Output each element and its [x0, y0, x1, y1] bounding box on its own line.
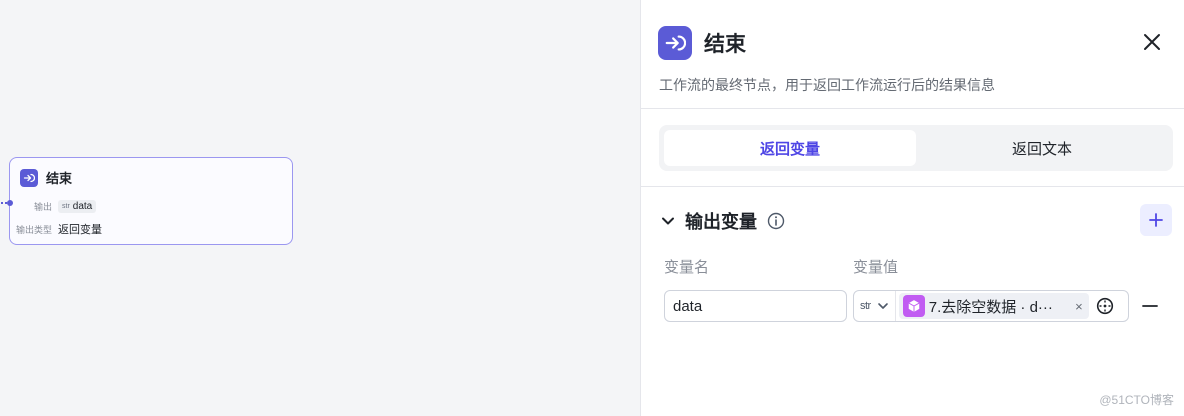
remove-variable-button[interactable] — [1139, 296, 1161, 316]
node-output-kind-label: 输出类型 — [15, 224, 52, 235]
clear-reference-icon[interactable]: × — [1073, 299, 1085, 314]
tab-return-variable[interactable]: 返回变量 — [664, 130, 916, 166]
tab-return-text[interactable]: 返回文本 — [916, 130, 1168, 166]
close-icon[interactable] — [1142, 32, 1162, 52]
minus-icon — [1142, 305, 1158, 307]
end-node-icon — [658, 26, 692, 60]
workflow-canvas[interactable]: 结束 输出 str data 输出类型 返回变量 — [0, 0, 640, 416]
chevron-down-icon[interactable] — [661, 214, 675, 228]
node-config-panel: 结束 工作流的最终节点，用于返回工作流运行后的结果信息 返回变量 返回文本 输出… — [640, 0, 1184, 416]
add-variable-button[interactable] — [1140, 204, 1172, 236]
variable-picker-icon[interactable] — [1093, 294, 1117, 318]
node-connector-line — [0, 202, 7, 204]
node-output-label: 输出 — [33, 202, 52, 212]
column-header-name: 变量名 — [664, 259, 710, 276]
end-node-icon — [20, 168, 38, 187]
panel-description: 工作流的最终节点，用于返回工作流运行后的结果信息 — [659, 77, 995, 93]
return-mode-tabs: 返回变量 返回文本 — [659, 125, 1173, 171]
type-badge: str — [62, 203, 70, 210]
node-output-chip: str data — [58, 200, 97, 213]
variable-type-select[interactable]: str — [854, 291, 896, 321]
type-badge: str — [860, 300, 871, 312]
variable-reference-chip[interactable]: 7.去除空数据 · d··· × — [898, 293, 1089, 319]
plus-icon — [1149, 213, 1163, 227]
cube-icon — [902, 295, 925, 317]
info-icon[interactable] — [767, 212, 785, 230]
variable-value-field: str 7.去除空数据 · d··· × — [853, 290, 1129, 322]
end-node-card[interactable]: 结束 输出 str data 输出类型 返回变量 — [0, 157, 293, 245]
chevron-down-icon — [877, 303, 888, 309]
column-header-value: 变量值 — [853, 259, 899, 276]
node-output-value: data — [72, 201, 93, 212]
section-title: 输出变量 — [685, 212, 757, 232]
variable-reference-label: 7.去除空数据 · d··· — [928, 298, 1053, 316]
variable-name-input[interactable] — [664, 290, 847, 322]
node-output-kind-value: 返回变量 — [58, 224, 102, 236]
divider — [641, 186, 1184, 187]
node-title: 结束 — [46, 171, 73, 186]
panel-title: 结束 — [704, 33, 746, 56]
divider — [641, 108, 1184, 109]
watermark: @51CTO博客 — [1099, 393, 1174, 407]
